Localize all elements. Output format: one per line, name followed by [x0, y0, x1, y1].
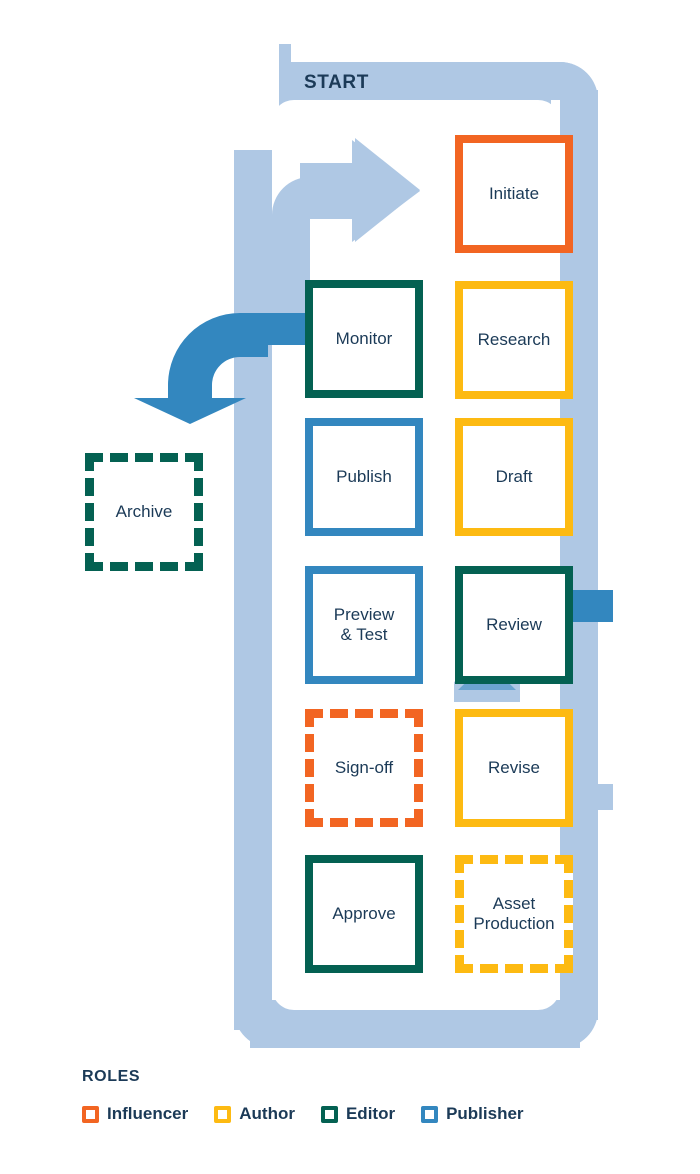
- node-approve[interactable]: Approve: [305, 855, 423, 973]
- track-bottom-left-round: [234, 1010, 272, 1048]
- node-archive-label: Archive: [115, 502, 173, 522]
- roles-legend: ROLES Influencer Author Editor Publisher: [82, 1068, 642, 1124]
- influencer-swatch-icon: [82, 1105, 99, 1123]
- node-review[interactable]: Review: [455, 566, 573, 684]
- node-publish-label: Publish: [336, 467, 392, 487]
- archive-arrow: [134, 313, 268, 424]
- track-top-right-round: [560, 62, 598, 100]
- legend-title: ROLES: [82, 1068, 141, 1085]
- revise-to-review-arrow-base: [454, 684, 520, 702]
- asset-production-line-2: Production: [473, 914, 555, 933]
- bottom-track: [250, 1000, 580, 1048]
- preview-test-line-2: & Test: [340, 625, 388, 644]
- node-monitor[interactable]: Monitor: [305, 280, 423, 398]
- recirculate-arrow-shaft: [300, 163, 358, 219]
- start-bar-tab: [279, 44, 291, 106]
- node-revise-label: Revise: [488, 758, 540, 778]
- legend-label-author: Author: [239, 1104, 295, 1123]
- node-research-label: Research: [477, 330, 551, 350]
- node-sign-off-label: Sign-off: [334, 758, 394, 778]
- node-asset-production-label: Asset Production: [473, 894, 554, 933]
- legend-item-publisher[interactable]: Publisher: [421, 1104, 524, 1124]
- legend-label-publisher: Publisher: [446, 1104, 524, 1123]
- node-draft[interactable]: Draft: [455, 418, 573, 536]
- node-preview-test-label: Preview & Test: [334, 605, 394, 644]
- legend-item-editor[interactable]: Editor: [320, 1104, 396, 1124]
- revise-connector-tab: [571, 784, 613, 810]
- node-review-label: Review: [486, 615, 542, 635]
- editor-swatch-icon: [320, 1105, 338, 1123]
- node-initiate-label: Initiate: [488, 184, 540, 204]
- workflow-diagram: START Initiate Research Draft Review Rev…: [0, 0, 700, 1174]
- node-preview-test[interactable]: Preview & Test: [305, 566, 423, 684]
- review-connector-tab: [571, 590, 613, 622]
- node-initiate[interactable]: Initiate: [455, 135, 573, 253]
- node-approve-label: Approve: [332, 904, 396, 924]
- asset-production-line-1: Asset: [492, 894, 536, 914]
- left-spine: [234, 150, 272, 1030]
- author-swatch-icon: [214, 1105, 232, 1123]
- node-archive[interactable]: Archive: [85, 453, 203, 571]
- legend-label-editor: Editor: [345, 1104, 396, 1123]
- node-publish[interactable]: Publish: [305, 418, 423, 536]
- preview-test-line-1: Preview: [333, 605, 395, 625]
- node-asset-production[interactable]: Asset Production: [455, 855, 573, 973]
- node-draft-label: Draft: [495, 467, 533, 487]
- node-research[interactable]: Research: [455, 281, 573, 399]
- legend-label-influencer: Influencer: [107, 1104, 189, 1123]
- legend-item-influencer[interactable]: Influencer: [82, 1104, 188, 1124]
- legend-row: Influencer Author Editor Publisher: [82, 1104, 642, 1124]
- node-sign-off[interactable]: Sign-off: [305, 709, 423, 827]
- recirculate-arrow-head: [352, 140, 420, 242]
- track-bottom-right-round: [560, 1010, 598, 1048]
- start-label: START: [304, 72, 369, 93]
- node-monitor-label: Monitor: [335, 329, 393, 349]
- publisher-swatch-icon: [421, 1105, 439, 1123]
- legend-item-author[interactable]: Author: [214, 1104, 295, 1124]
- node-revise[interactable]: Revise: [455, 709, 573, 827]
